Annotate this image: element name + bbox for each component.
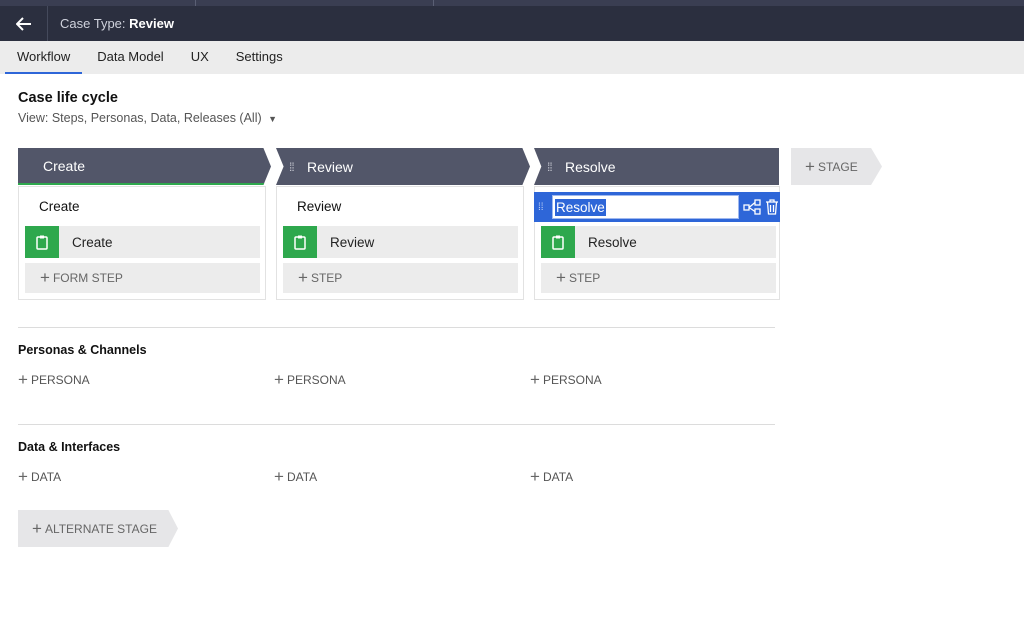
stage-header-label: Create: [43, 157, 86, 174]
tab-bar: Workflow Data Model UX Settings: [0, 41, 1024, 74]
step-row[interactable]: Review: [283, 226, 518, 258]
alternate-stage-label: ALTERNATE STAGE: [44, 521, 157, 536]
case-type-label: Case Type:: [60, 16, 126, 31]
add-persona-label: PERSONA: [286, 373, 346, 387]
app-header: Case Type: Review: [0, 6, 1024, 41]
add-persona-label: PERSONA: [542, 373, 602, 387]
plus-icon: +: [18, 370, 28, 389]
add-persona-label: PERSONA: [30, 373, 90, 387]
stage-header-create[interactable]: Create: [18, 148, 271, 185]
case-type-title: Case Type: Review: [60, 16, 174, 31]
data-section-title: Data & Interfaces: [18, 440, 121, 454]
tab-ux[interactable]: UX: [191, 41, 209, 74]
stage-header-resolve[interactable]: ⁞⁞ Resolve: [534, 148, 779, 185]
process-name[interactable]: Create: [39, 199, 80, 214]
plus-icon: +: [18, 467, 28, 486]
add-step-label: STEP: [568, 271, 601, 285]
add-form-step-button[interactable]: + FORM STEP: [25, 263, 260, 293]
page-title: Case life cycle: [18, 90, 118, 106]
plus-icon: +: [805, 156, 815, 176]
add-data-link[interactable]: + DATA: [530, 467, 573, 487]
add-stage-button[interactable]: + STAGE: [791, 148, 882, 185]
step-label: Create: [72, 234, 113, 250]
plus-icon: +: [274, 467, 284, 486]
add-step-label: STEP: [310, 271, 343, 285]
case-type-name: Review: [129, 16, 174, 31]
add-data-link[interactable]: + DATA: [18, 467, 61, 487]
process-name-edit-row: ⁞⁞ Resolve: [534, 192, 780, 222]
stage-body-create: Create Create + FORM STEP: [18, 186, 266, 300]
plus-icon: +: [530, 467, 540, 486]
add-persona-link[interactable]: + PERSONA: [274, 370, 346, 390]
step-row[interactable]: Create: [25, 226, 260, 258]
stage-header-review[interactable]: ⁞⁞ Review: [276, 148, 530, 185]
drag-handle-icon[interactable]: ⁞⁞: [547, 161, 557, 173]
clipboard-icon: [25, 226, 59, 258]
add-data-label: DATA: [286, 470, 318, 484]
selected-text: Resolve: [555, 198, 606, 216]
plus-icon: +: [556, 268, 566, 287]
add-step-button[interactable]: + STEP: [283, 263, 518, 293]
personas-section-title: Personas & Channels: [18, 343, 147, 357]
step-label: Review: [330, 234, 375, 250]
add-persona-link[interactable]: + PERSONA: [18, 370, 90, 390]
plus-icon: +: [530, 370, 540, 389]
clipboard-icon: [541, 226, 575, 258]
process-name-input[interactable]: Resolve: [552, 195, 739, 219]
arrow-left-icon: [15, 16, 31, 31]
divider: [18, 327, 775, 328]
stage-body-review: Review Review + STEP: [276, 186, 524, 300]
back-button[interactable]: [0, 6, 48, 41]
tab-workflow[interactable]: Workflow: [4, 41, 83, 74]
caret-down-icon: ▼: [268, 114, 278, 124]
plus-icon: +: [298, 268, 308, 287]
add-persona-link[interactable]: + PERSONA: [530, 370, 602, 390]
view-selector[interactable]: View: Steps, Personas, Data, Releases (A…: [18, 111, 277, 125]
add-step-button[interactable]: + STEP: [541, 263, 776, 293]
add-data-label: DATA: [30, 470, 62, 484]
view-selector-label: View: Steps, Personas, Data, Releases (A…: [18, 111, 262, 125]
step-label: Resolve: [588, 234, 637, 250]
add-step-label: FORM STEP: [52, 271, 123, 285]
drag-handle-icon[interactable]: ⁞⁞: [289, 161, 299, 173]
flow-icon[interactable]: [743, 199, 761, 215]
clipboard-icon: [283, 226, 317, 258]
tab-data-model[interactable]: Data Model: [97, 41, 163, 74]
stage-header-label: Review: [307, 158, 353, 175]
add-alternate-stage-button[interactable]: + ALTERNATE STAGE: [18, 510, 178, 547]
divider: [18, 424, 775, 425]
process-name[interactable]: Review: [297, 199, 341, 214]
tab-settings[interactable]: Settings: [236, 41, 283, 74]
drag-handle-icon[interactable]: ⁞⁞: [538, 202, 548, 212]
step-row[interactable]: Resolve: [541, 226, 776, 258]
stage-header-label: Resolve: [565, 158, 616, 175]
add-data-label: DATA: [542, 470, 574, 484]
trash-icon[interactable]: [765, 199, 779, 215]
plus-icon: +: [274, 370, 284, 389]
add-stage-label: STAGE: [817, 159, 858, 174]
add-data-link[interactable]: + DATA: [274, 467, 317, 487]
plus-icon: +: [40, 268, 50, 287]
plus-icon: +: [32, 518, 42, 538]
